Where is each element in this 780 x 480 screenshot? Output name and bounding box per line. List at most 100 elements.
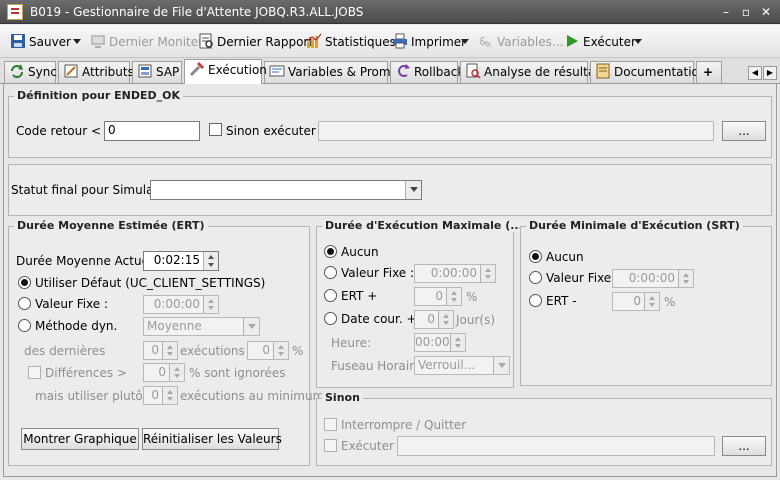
spinner-arrows-icon[interactable] (203, 296, 218, 313)
tab-execution[interactable]: Exécution (184, 59, 267, 84)
tab-strip: Sync Attributs SAP Exécution Variables &… (0, 58, 780, 84)
last-monitor-label: Dernier Moniteur (109, 35, 211, 49)
tab-label: Attributs (82, 65, 134, 79)
chevron-down-icon[interactable] (243, 318, 259, 335)
spinner-arrows-icon[interactable] (438, 311, 453, 328)
else-browse-button[interactable]: ... (722, 436, 766, 456)
spinner-arrows-icon[interactable] (450, 334, 465, 351)
max-days-spinner[interactable]: 0 (414, 310, 454, 329)
use-default-radio[interactable] (18, 276, 31, 289)
max-fixed-radio[interactable] (324, 266, 337, 279)
tab-add[interactable]: + (696, 61, 722, 83)
print-button[interactable]: Imprimer (392, 33, 466, 51)
but-use-label: mais utiliser plutôt: (35, 389, 152, 403)
tab-scroll-right-icon[interactable]: ▶ (763, 66, 777, 80)
max-fixed-spinner[interactable]: 0:00:00 (414, 264, 496, 283)
min-ert-radio[interactable] (529, 294, 542, 307)
variables-icon: & x (478, 33, 494, 50)
differences-label: Différences > (45, 366, 127, 380)
ert-fixed-spinner[interactable]: 0:00:00 (143, 295, 219, 314)
minimize-button[interactable]: – (718, 4, 734, 20)
else-execute-input-2[interactable] (397, 436, 715, 456)
close-button[interactable]: ✕ (758, 4, 774, 20)
chevron-down-icon[interactable] (405, 181, 421, 199)
last-monitor-button[interactable]: Dernier Moniteur (90, 33, 211, 51)
dyn-method-radio[interactable] (18, 319, 31, 332)
spinner-arrows-icon[interactable] (446, 288, 461, 305)
spinner-arrows-icon[interactable] (162, 387, 177, 404)
min-ert-spinner[interactable]: 0 (612, 292, 660, 311)
statistics-button[interactable]: Statistiques (306, 33, 396, 51)
min-executions-spinner[interactable]: 0 (143, 386, 178, 405)
spinner-arrows-icon[interactable] (169, 364, 184, 381)
else-execute-input[interactable] (318, 121, 714, 141)
max-none-radio[interactable] (324, 245, 337, 258)
tab-rollback[interactable]: Rollback (390, 61, 464, 83)
else-execute-browse-button[interactable]: ... (722, 121, 766, 141)
max-ert-value: 0 (435, 289, 443, 303)
app-icon (7, 4, 23, 20)
ert-percent-sign: % (292, 344, 304, 358)
tab-sap[interactable]: SAP (132, 61, 182, 83)
min-executions-label: exécutions au minimum (180, 389, 325, 403)
variables-button[interactable]: & x Variables... (478, 33, 563, 51)
execution-icon (189, 61, 205, 77)
ert-current-spinner[interactable]: 0:02:15 (143, 251, 219, 271)
max-time-spinner[interactable]: 00:00 (414, 333, 466, 352)
spinner-arrows-icon[interactable] (162, 342, 177, 359)
spinner-arrows-icon[interactable] (273, 342, 288, 359)
max-timezone-select[interactable]: Verrouil... (414, 356, 510, 375)
ert-fixed-radio[interactable] (18, 297, 31, 310)
spinner-arrows-icon[interactable] (678, 270, 693, 287)
max-ert-radio[interactable] (324, 289, 337, 302)
ert-percent-spinner[interactable]: 0 (247, 341, 289, 360)
min-fixed-spinner[interactable]: 0:00:00 (612, 269, 694, 288)
last-executions-spinner[interactable]: 0 (143, 341, 178, 360)
tab-sync[interactable]: Sync (4, 61, 57, 83)
min-none-radio[interactable] (529, 250, 542, 263)
save-label: Sauver (29, 35, 71, 49)
tab-scroll-left-icon[interactable]: ◀ (748, 66, 762, 80)
max-fixed-label: Valeur Fixe : (341, 266, 415, 280)
else-execute-checkbox-2[interactable] (324, 439, 337, 452)
print-dropdown-caret[interactable] (461, 33, 469, 51)
differences-checkbox[interactable] (28, 366, 41, 379)
tab-result-analysis[interactable]: Analyse de résultats (460, 61, 606, 83)
execute-label: Exécuter (583, 35, 636, 49)
interrupt-checkbox[interactable] (324, 418, 337, 431)
print-label: Imprimer (411, 35, 467, 49)
show-graph-button[interactable]: Montrer Graphique (21, 428, 139, 450)
tab-label: SAP (156, 65, 180, 79)
tab-variables-prompts[interactable]: Variables & Prompts (264, 61, 409, 83)
analysis-icon (465, 63, 481, 79)
simulation-status-select[interactable] (150, 180, 422, 200)
reset-values-button[interactable]: Réinitialiser les Valeurs (142, 428, 282, 450)
min-fixed-radio[interactable] (529, 271, 542, 284)
execute-button[interactable]: Exécuter (564, 33, 636, 51)
tab-documentation[interactable]: Documentation (590, 61, 707, 83)
spinner-arrows-icon[interactable] (480, 265, 495, 282)
documentation-icon (595, 63, 611, 79)
max-ert-spinner[interactable]: 0 (414, 287, 462, 306)
differences-spinner[interactable]: 0 (143, 363, 185, 382)
add-tab-icon: + (702, 65, 714, 79)
save-dropdown-caret[interactable] (73, 33, 81, 51)
tab-attributes[interactable]: Attributs (58, 61, 134, 83)
last-report-button[interactable]: Dernier Rapport (198, 33, 313, 51)
ert-percent-value: 0 (262, 343, 270, 357)
else-execute-checkbox[interactable] (209, 123, 222, 136)
execute-dropdown-caret[interactable] (634, 33, 642, 51)
tab-label: Documentation (614, 65, 707, 79)
tab-label: Analyse de résultats (484, 65, 607, 79)
spinner-arrows-icon[interactable] (644, 293, 659, 310)
return-code-input[interactable]: 0 (104, 121, 200, 141)
spinner-arrows-icon[interactable] (203, 252, 218, 270)
restore-button[interactable]: ▫ (738, 4, 754, 20)
last-executions-value: 0 (151, 343, 159, 357)
chevron-down-icon[interactable] (493, 357, 509, 374)
dyn-method-select[interactable]: Moyenne (143, 317, 260, 336)
save-button[interactable]: Sauver (10, 33, 71, 51)
statistics-icon (306, 33, 322, 49)
min-ert-value: 0 (633, 294, 641, 308)
max-current-date-radio[interactable] (324, 312, 337, 325)
